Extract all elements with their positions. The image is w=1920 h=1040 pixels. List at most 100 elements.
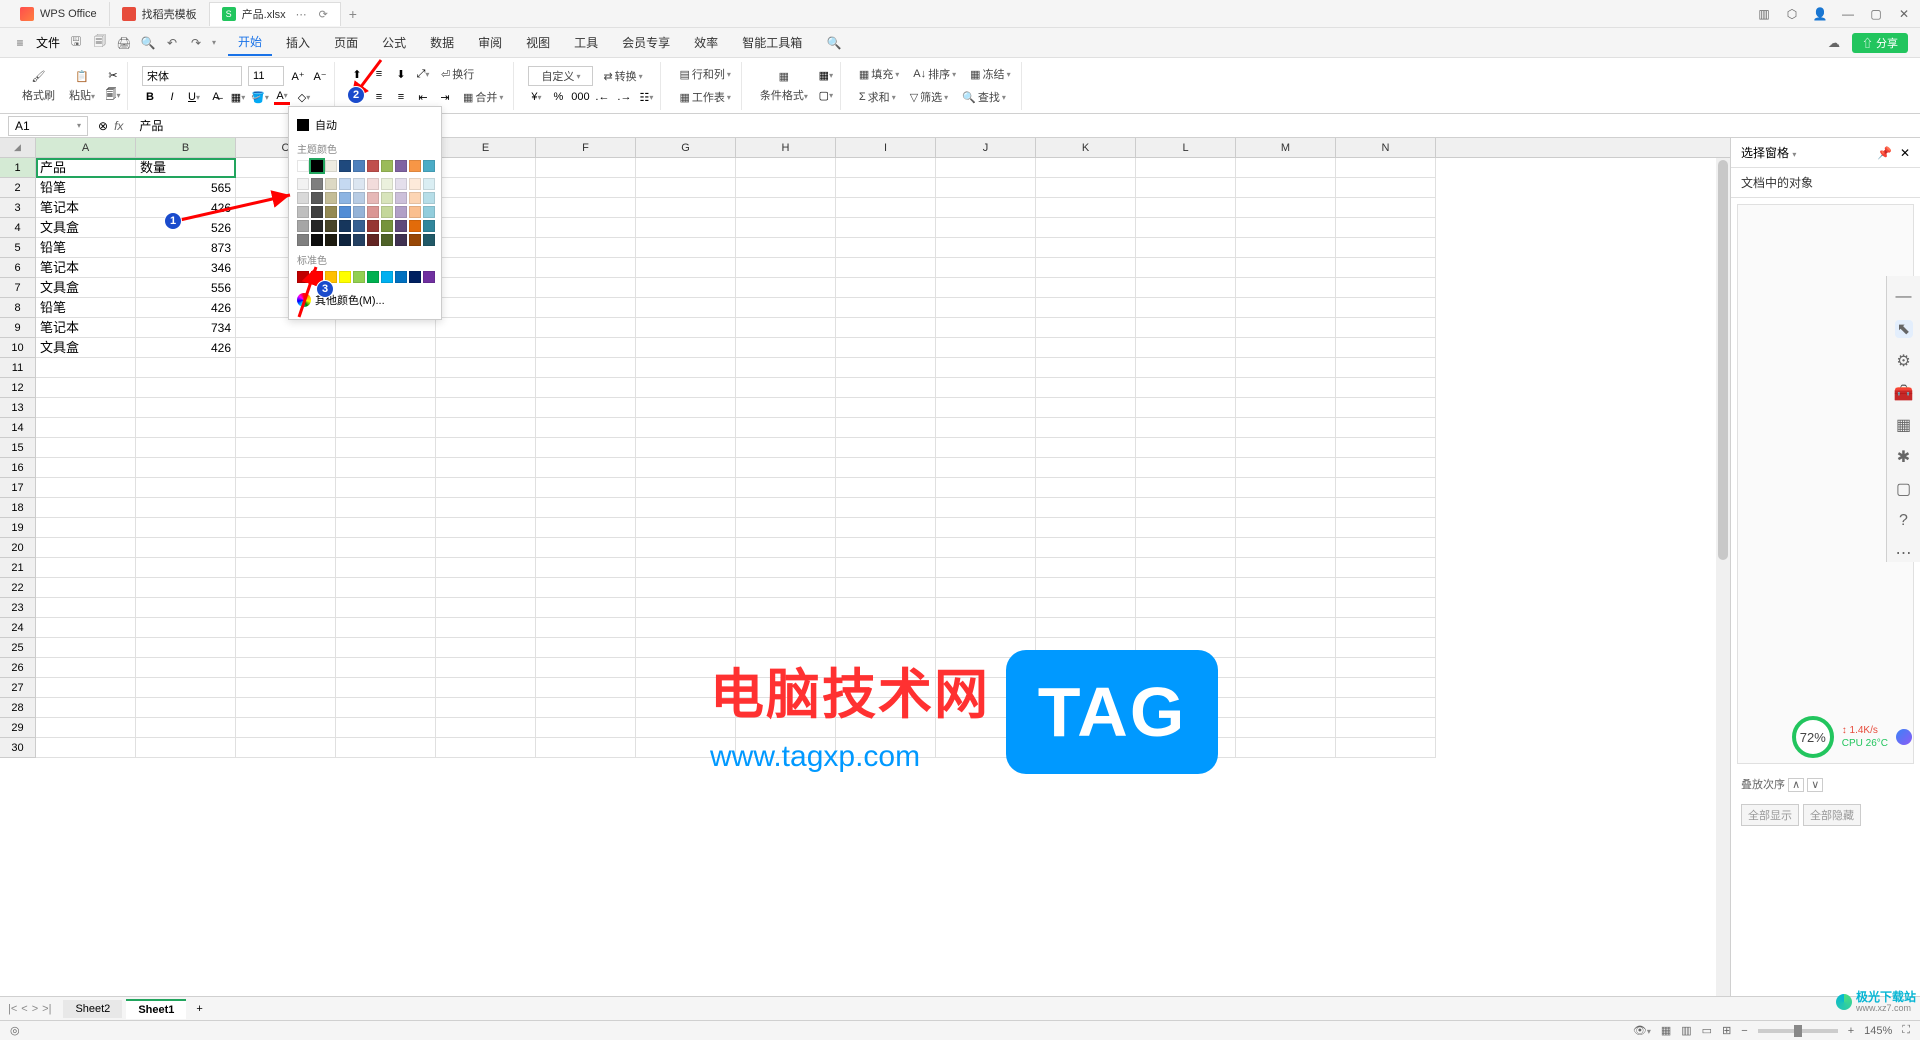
fx-icon[interactable]: fx [114, 119, 123, 133]
cell[interactable] [1236, 378, 1336, 398]
color-swatch[interactable] [297, 160, 309, 172]
filter-button[interactable]: ▽筛选▾ [906, 87, 952, 107]
cell[interactable] [336, 738, 436, 758]
color-swatch[interactable] [367, 271, 379, 283]
print-icon[interactable]: 🖨 [116, 35, 132, 51]
cell[interactable] [36, 638, 136, 658]
cell[interactable]: 565 [136, 178, 236, 198]
color-swatch[interactable] [423, 234, 435, 246]
cell[interactable] [1336, 318, 1436, 338]
color-swatch[interactable] [325, 234, 337, 246]
cell[interactable]: 数量 [136, 158, 236, 178]
cell[interactable] [236, 638, 336, 658]
cell[interactable] [536, 738, 636, 758]
close-button[interactable]: ✕ [1896, 6, 1912, 22]
color-swatch[interactable] [353, 271, 365, 283]
cell[interactable] [736, 558, 836, 578]
paste-button[interactable]: 📋 粘贴▾ [65, 64, 99, 108]
cell[interactable] [1036, 458, 1136, 478]
border-icon[interactable]: ▦▾ [230, 89, 246, 105]
avatar-icon[interactable]: 👤 [1812, 6, 1828, 22]
cell[interactable]: 526 [136, 218, 236, 238]
cell[interactable] [1336, 558, 1436, 578]
col-header-B[interactable]: B [136, 138, 236, 157]
cell[interactable] [736, 238, 836, 258]
cell[interactable] [1336, 498, 1436, 518]
cell[interactable] [536, 258, 636, 278]
cell[interactable] [1036, 158, 1136, 178]
cell[interactable] [736, 278, 836, 298]
cell[interactable] [1136, 198, 1236, 218]
color-swatch[interactable] [297, 206, 309, 218]
cell[interactable] [1036, 598, 1136, 618]
cell[interactable] [136, 558, 236, 578]
cell[interactable] [136, 478, 236, 498]
cell[interactable] [936, 238, 1036, 258]
cell[interactable] [1336, 258, 1436, 278]
cell[interactable] [536, 418, 636, 438]
color-swatch[interactable] [423, 192, 435, 204]
cell[interactable] [1236, 218, 1336, 238]
cell[interactable] [236, 738, 336, 758]
row-header[interactable]: 16 [0, 458, 36, 478]
row-header[interactable]: 21 [0, 558, 36, 578]
hamburger-icon[interactable]: ≡ [12, 35, 28, 51]
hide-all-button[interactable]: 全部隐藏 [1803, 804, 1861, 826]
color-swatch[interactable] [353, 178, 365, 190]
cell[interactable] [236, 598, 336, 618]
cell[interactable] [836, 518, 936, 538]
share-button[interactable]: ⇧ 分享 [1852, 33, 1908, 53]
row-header[interactable]: 22 [0, 578, 36, 598]
select-all-corner[interactable]: ◢ [0, 138, 36, 157]
col-header-G[interactable]: G [636, 138, 736, 157]
cell[interactable] [736, 398, 836, 418]
cell[interactable] [1236, 578, 1336, 598]
cell[interactable] [1336, 218, 1436, 238]
col-header-F[interactable]: F [536, 138, 636, 157]
cell[interactable] [636, 478, 736, 498]
cell[interactable] [1336, 618, 1436, 638]
cell[interactable] [336, 618, 436, 638]
cell[interactable] [536, 238, 636, 258]
cell[interactable]: 346 [136, 258, 236, 278]
format-type-icon[interactable]: ☷▾ [638, 89, 654, 105]
cell[interactable] [436, 438, 536, 458]
cell[interactable] [1036, 418, 1136, 438]
cell[interactable] [536, 598, 636, 618]
cell[interactable] [1136, 358, 1236, 378]
cell[interactable] [736, 378, 836, 398]
cell[interactable] [236, 398, 336, 418]
cell[interactable] [1336, 478, 1436, 498]
cell[interactable] [36, 578, 136, 598]
cell[interactable] [1336, 718, 1436, 738]
table-style-icon[interactable]: ▦▾ [818, 68, 834, 84]
align-center-icon[interactable]: ≡ [371, 89, 387, 105]
cell[interactable] [136, 518, 236, 538]
font-color-icon[interactable]: A▾ [274, 89, 290, 105]
cell[interactable]: 426 [136, 198, 236, 218]
cell[interactable] [1136, 518, 1236, 538]
cell[interactable] [936, 278, 1036, 298]
cell[interactable] [936, 338, 1036, 358]
cell[interactable] [1036, 178, 1136, 198]
qat-more-icon[interactable]: ▾ [212, 38, 216, 47]
font-family-select[interactable] [142, 66, 242, 86]
cell[interactable] [36, 438, 136, 458]
cell[interactable] [836, 478, 936, 498]
menu-efficiency[interactable]: 效率 [684, 30, 728, 55]
cell[interactable] [1036, 538, 1136, 558]
cell[interactable] [1036, 298, 1136, 318]
cell[interactable] [436, 238, 536, 258]
comma-icon[interactable]: 000 [572, 89, 588, 105]
color-swatch[interactable] [339, 220, 351, 232]
cell[interactable] [436, 198, 536, 218]
cell[interactable] [1236, 718, 1336, 738]
color-swatch[interactable] [395, 234, 407, 246]
cell[interactable] [1336, 598, 1436, 618]
copy-icon[interactable]: 🗐▾ [105, 88, 121, 104]
color-swatch[interactable] [297, 178, 309, 190]
cell[interactable] [1136, 578, 1236, 598]
cell[interactable] [536, 178, 636, 198]
cell[interactable] [1136, 278, 1236, 298]
cell[interactable] [1136, 178, 1236, 198]
